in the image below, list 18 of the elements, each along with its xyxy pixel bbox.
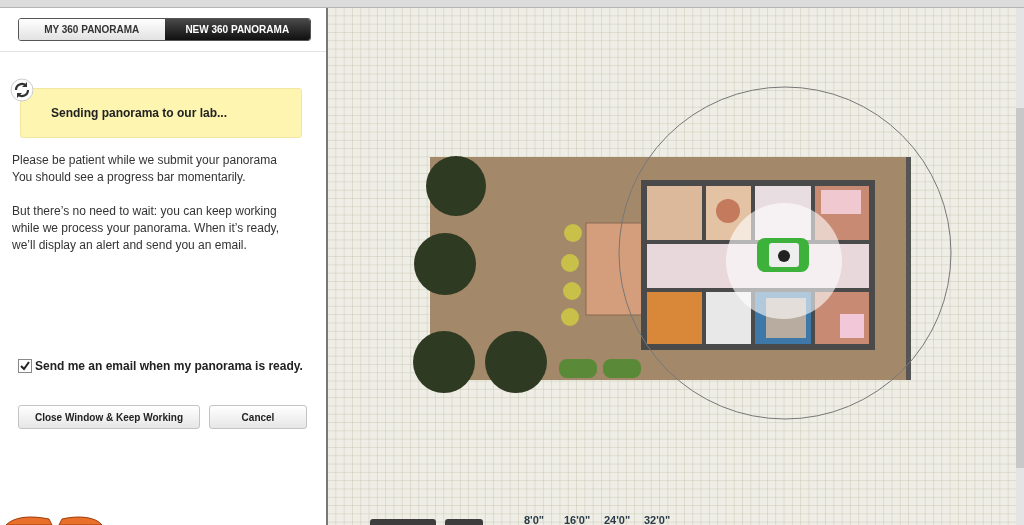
info-text: Please be patient while we submit your panorama [12, 152, 278, 169]
panorama-tab[interactable]: NEW 360 PANORAMA [164, 19, 310, 40]
floor-plan-canvas[interactable]: 8'0" 16'0" 24'0" 32'0" [328, 8, 1024, 525]
status-message: Sending panorama to our lab... [51, 105, 227, 122]
cancel-button[interactable]: Cancel [209, 405, 307, 429]
ruler-label: 16'0" [564, 512, 592, 525]
scroll-thumb[interactable] [1016, 108, 1024, 468]
ruler-label: 8'0" [524, 512, 546, 525]
camera-icon[interactable] [757, 238, 809, 272]
info-text: You should see a progress bar momentarily. [12, 169, 247, 186]
email-checkbox[interactable] [18, 359, 32, 373]
ruler-label: 32'0" [644, 512, 672, 525]
info-text: But there’s no need to wait: you can keep working while we process your panorama. When it’s ready, we’ll display an alert and send you an email. [12, 203, 280, 254]
close-window-button[interactable]: Close Window & Keep Working [18, 405, 200, 429]
panorama-tab[interactable]: MY 360 PANORAMA [19, 19, 165, 40]
refresh-icon [10, 78, 34, 102]
ruler-label: 24'0" [604, 512, 632, 525]
email-option-label: Send me an email when my panorama is ready. [35, 358, 303, 375]
